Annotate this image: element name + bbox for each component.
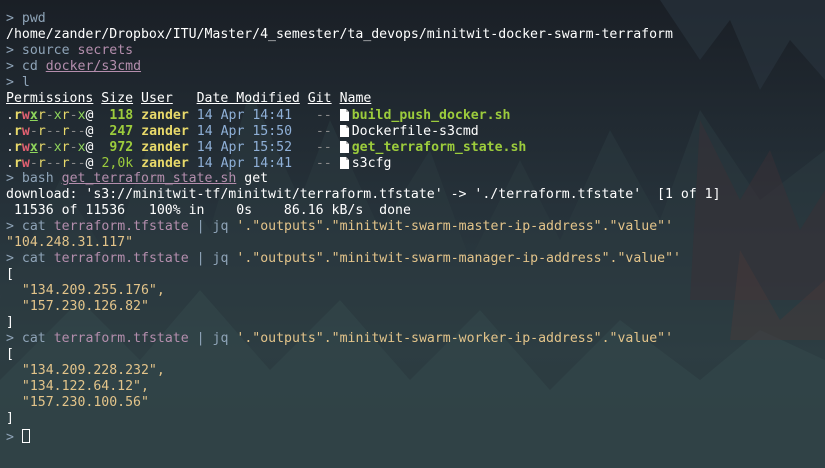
prompt-symbol: > xyxy=(6,59,14,74)
command-name: cat xyxy=(21,219,46,234)
file-date: 14 Apr 14:41 xyxy=(196,108,293,123)
jq-filter: '."outputs"."minitwit-swarm-master-ip-ad… xyxy=(236,219,674,234)
output-line: "134.122.64.12", xyxy=(21,379,149,394)
command-name: pwd xyxy=(21,11,46,26)
prompt-symbol: > xyxy=(6,11,14,26)
header-git: Git xyxy=(307,91,332,106)
prompt-symbol: > xyxy=(6,331,14,346)
prompt-symbol: > xyxy=(6,219,14,234)
command-name: source xyxy=(21,43,70,58)
command-line: > cat terraform.tfstate | jq '."outputs"… xyxy=(6,251,825,267)
git-status: -- xyxy=(315,140,332,155)
file-size: 118 xyxy=(109,108,134,123)
file-date: 14 Apr 15:52 xyxy=(196,140,293,155)
jq-filter: '."outputs"."minitwit-swarm-worker-ip-ad… xyxy=(236,331,674,346)
file-name[interactable]: Dockerfile-s3cmd xyxy=(352,124,479,139)
pipe-symbol: | xyxy=(196,251,205,266)
output-line: [ xyxy=(6,347,14,362)
pipe-symbol: | xyxy=(196,219,205,234)
command-argument: get_terraform_state.sh xyxy=(61,171,237,186)
file-icon xyxy=(339,141,349,153)
command-line: > l xyxy=(6,75,825,91)
command-line: > cat terraform.tfstate | jq '."outputs"… xyxy=(6,331,825,347)
prompt-symbol: > xyxy=(6,75,14,90)
header-name: Name xyxy=(339,91,372,106)
output-line: [ xyxy=(6,267,14,282)
command-argument: docker/s3cmd xyxy=(45,59,142,74)
file-size: 247 xyxy=(109,124,134,139)
terminal-window[interactable]: > pwd /home/zander/Dropbox/ITU/Master/4_… xyxy=(0,0,825,468)
file-name[interactable]: get_terraform_state.sh xyxy=(352,140,527,155)
output-line: "134.209.228.232", xyxy=(21,363,165,378)
listing-row: .rw-r--r--@ 247 zander 14 Apr 15:50 -- D… xyxy=(6,124,479,139)
command-name: jq xyxy=(212,251,229,266)
header-date: Date Modified xyxy=(196,91,300,106)
command-line[interactable]: > xyxy=(6,427,825,445)
output-line: "157.230.126.82" xyxy=(21,299,149,314)
git-status: -- xyxy=(315,156,332,171)
file-icon xyxy=(339,125,349,137)
file-user: zander xyxy=(141,140,189,155)
command-argument: terraform.tfstate xyxy=(53,219,189,234)
jq-filter: '."outputs"."minitwit-swarm-manager-ip-a… xyxy=(236,251,681,266)
file-user: zander xyxy=(141,124,189,139)
command-name: cat xyxy=(21,331,46,346)
listing-row: .rwxr-xr-x@ 972 zander 14 Apr 15:52 -- g… xyxy=(6,140,527,155)
git-status: -- xyxy=(315,124,332,139)
command-name: cat xyxy=(21,251,46,266)
output-line: ] xyxy=(6,411,14,426)
listing-header: Permissions Size User Date Modified Git … xyxy=(6,91,825,107)
git-status: -- xyxy=(315,108,332,123)
output-line: /home/zander/Dropbox/ITU/Master/4_semest… xyxy=(6,27,673,42)
command-line: > bash get_terraform_state.sh get xyxy=(6,171,825,187)
command-name: l xyxy=(21,75,30,90)
listing-row: .rwxr-xr-x@ 118 zander 14 Apr 14:41 -- b… xyxy=(6,108,511,123)
command-name: jq xyxy=(212,331,229,346)
output-line: "157.230.100.56" xyxy=(21,395,149,410)
command-name: jq xyxy=(212,219,229,234)
output-line: download: 's3://minitwit-tf/minitwit/ter… xyxy=(6,187,721,202)
command-argument: secrets xyxy=(77,43,134,58)
command-name: cd xyxy=(21,59,38,74)
file-name[interactable]: build_push_docker.sh xyxy=(352,108,511,123)
file-size: 972 xyxy=(109,140,134,155)
command-argument: terraform.tfstate xyxy=(53,331,189,346)
prompt-symbol: > xyxy=(6,171,14,186)
header-user: User xyxy=(141,91,173,106)
command-argument: get xyxy=(244,171,269,186)
text-cursor[interactable] xyxy=(21,429,30,443)
file-size: 2,0k xyxy=(101,156,134,171)
file-name[interactable]: s3cfg xyxy=(352,156,392,171)
file-date: 14 Apr 15:50 xyxy=(196,124,293,139)
file-date: 14 Apr 14:41 xyxy=(196,156,293,171)
pipe-symbol: | xyxy=(196,331,205,346)
file-user: zander xyxy=(141,156,189,171)
header-permissions: Permissions xyxy=(6,91,94,106)
file-icon xyxy=(339,157,349,169)
prompt-symbol: > xyxy=(6,430,14,445)
output-line: 11536 of 11536 100% in 0s 86.16 kB/s don… xyxy=(6,203,411,218)
output-line: "104.248.31.117" xyxy=(6,235,134,250)
output-line: ] xyxy=(6,315,14,330)
header-size: Size xyxy=(101,91,134,106)
file-user: zander xyxy=(141,108,189,123)
command-line: > cat terraform.tfstate | jq '."outputs"… xyxy=(6,219,825,235)
listing-row: .rw-r--r--@ 2,0k zander 14 Apr 14:41 -- … xyxy=(6,156,392,171)
prompt-symbol: > xyxy=(6,43,14,58)
command-line: > cd docker/s3cmd xyxy=(6,59,825,75)
command-line: > source secrets xyxy=(6,43,825,59)
command-argument: terraform.tfstate xyxy=(53,251,189,266)
terminal-output: > pwd /home/zander/Dropbox/ITU/Master/4_… xyxy=(6,11,825,445)
command-line: > pwd xyxy=(6,11,825,27)
command-name: bash xyxy=(21,171,54,186)
output-line: "134.209.255.176", xyxy=(21,283,165,298)
prompt-symbol: > xyxy=(6,251,14,266)
file-icon xyxy=(339,109,349,121)
